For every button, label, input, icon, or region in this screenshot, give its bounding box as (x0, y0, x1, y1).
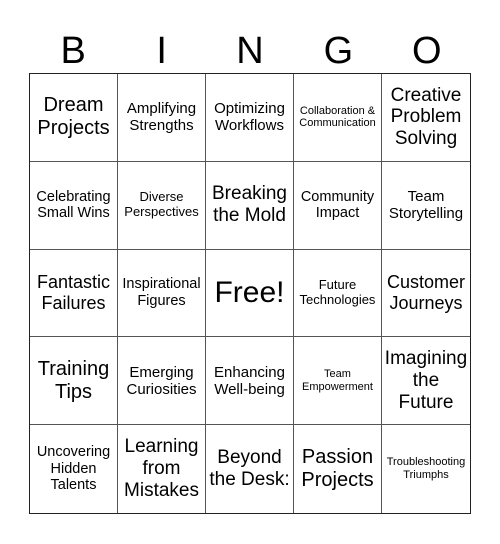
free-space-cell[interactable]: Free! (206, 249, 294, 338)
bingo-cell[interactable]: Fantastic Failures (30, 249, 118, 338)
bingo-cell[interactable]: Imagining the Future (382, 337, 470, 426)
bingo-cell[interactable]: Troubleshooting Triumphs (382, 425, 470, 513)
header-letter-o: O (412, 30, 442, 72)
bingo-cell[interactable]: Community Impact (294, 161, 382, 250)
bingo-header: B I N G O (29, 28, 471, 74)
header-letter-i: I (156, 30, 167, 72)
bingo-cell[interactable]: Customer Journeys (382, 250, 470, 338)
bingo-cell[interactable]: Diverse Perspectives (118, 161, 206, 250)
bingo-cell[interactable]: Uncovering Hidden Talents (30, 425, 118, 513)
bingo-cell[interactable]: Amplifying Strengths (118, 74, 206, 162)
header-letter-n: N (236, 30, 264, 72)
bingo-cell[interactable]: Celebrating Small Wins (30, 161, 118, 250)
bingo-cell[interactable]: Emerging Curiosities (118, 337, 206, 426)
bingo-cell[interactable]: Team Empowerment (294, 337, 382, 426)
bingo-card: Dream Projects Amplifying Strengths Opti… (29, 73, 471, 514)
bingo-cell[interactable]: Optimizing Workflows (206, 74, 294, 162)
bingo-cell[interactable]: Creative Problem Solving (382, 74, 470, 162)
bingo-cell[interactable]: Passion Projects (294, 425, 382, 513)
bingo-cell[interactable]: Breaking the Mold (206, 161, 294, 250)
bingo-cell[interactable]: Collaboration & Communication (294, 74, 382, 162)
bingo-cell[interactable]: Dream Projects (30, 74, 118, 162)
bingo-cell[interactable]: Future Technologies (294, 249, 382, 338)
bingo-cell[interactable]: Learning from Mistakes (118, 425, 206, 513)
bingo-cell[interactable]: Inspirational Figures (118, 249, 206, 338)
bingo-cell[interactable]: Team Storytelling (382, 162, 470, 250)
bingo-cell[interactable]: Training Tips (30, 337, 118, 426)
header-letter-b: B (60, 30, 86, 72)
header-letter-g: G (323, 30, 354, 72)
bingo-cell[interactable]: Enhancing Well-being (206, 337, 294, 426)
bingo-cell[interactable]: Beyond the Desk: (206, 425, 294, 513)
